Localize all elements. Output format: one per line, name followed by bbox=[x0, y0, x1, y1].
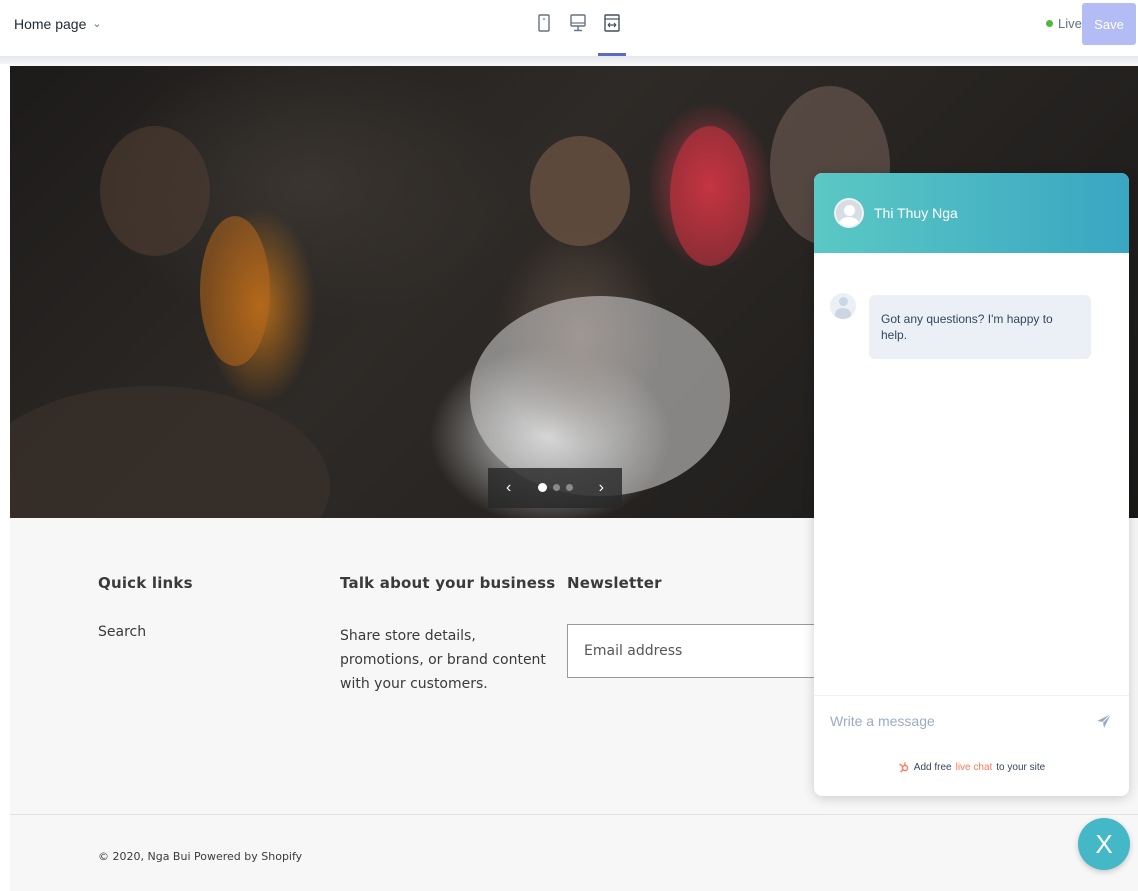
chevron-down-icon: ⌄ bbox=[92, 17, 102, 30]
chat-composer bbox=[814, 695, 1129, 745]
message-avatar bbox=[830, 293, 856, 319]
slide-dot[interactable] bbox=[552, 484, 560, 491]
fullscreen-icon bbox=[604, 14, 620, 32]
business-column: Talk about your business Share store det… bbox=[340, 574, 555, 696]
live-dot-icon bbox=[1046, 20, 1053, 27]
page-selector-label: Home page bbox=[14, 16, 87, 32]
chat-header: Thi Thuy Nga bbox=[814, 173, 1129, 253]
message-bubble: Got any questions? I'm happy to help. bbox=[869, 295, 1091, 359]
save-button[interactable]: Save bbox=[1082, 3, 1136, 45]
device-preview-group bbox=[532, 8, 626, 56]
message-input[interactable] bbox=[830, 712, 1095, 729]
slide-prev-button[interactable]: ‹ bbox=[506, 479, 511, 497]
footer-divider bbox=[10, 814, 1138, 815]
editor-topbar: Home page ⌄ Live Save bbox=[0, 0, 1138, 56]
agent-avatar bbox=[834, 198, 864, 228]
slide-dots bbox=[537, 483, 573, 492]
footer-link-search[interactable]: Search bbox=[98, 624, 193, 640]
business-title: Talk about your business bbox=[340, 574, 556, 592]
live-label: Live bbox=[1058, 16, 1082, 31]
chat-close-button[interactable]: X bbox=[1078, 818, 1130, 870]
quick-links-column: Quick links Search bbox=[98, 574, 193, 640]
chat-branding: Add free live chat to your site bbox=[814, 761, 1129, 773]
slide-next-button[interactable]: › bbox=[599, 479, 604, 497]
hubspot-sprocket-icon bbox=[898, 762, 909, 773]
fullscreen-view-button[interactable] bbox=[598, 8, 626, 56]
page-selector[interactable]: Home page ⌄ bbox=[14, 16, 102, 32]
agent-name: Thi Thuy Nga bbox=[874, 205, 958, 221]
copyright-text: © 2020, Nga Bui Powered by Shopify bbox=[98, 850, 303, 863]
mobile-view-button[interactable] bbox=[532, 8, 556, 56]
slide-dot[interactable] bbox=[565, 484, 573, 491]
branding-suffix: to your site bbox=[996, 761, 1046, 773]
quick-links-title: Quick links bbox=[98, 574, 193, 592]
mobile-icon bbox=[538, 14, 550, 32]
chat-message: Got any questions? I'm happy to help. bbox=[830, 293, 1091, 359]
branding-prefix: Add free bbox=[913, 761, 952, 773]
slideshow-controls: ‹ › bbox=[488, 468, 622, 508]
business-text: Share store details, promotions, or bran… bbox=[340, 628, 546, 692]
topbar-divider bbox=[0, 56, 1138, 64]
desktop-icon bbox=[570, 14, 586, 32]
slide-dot[interactable] bbox=[537, 483, 547, 492]
chat-widget: Thi Thuy Nga Got any questions? I'm happ… bbox=[814, 173, 1129, 796]
desktop-view-button[interactable] bbox=[566, 8, 590, 56]
branding-live-chat-link[interactable]: live chat bbox=[956, 762, 993, 773]
send-icon[interactable] bbox=[1095, 712, 1113, 730]
live-status: Live bbox=[1046, 16, 1082, 31]
